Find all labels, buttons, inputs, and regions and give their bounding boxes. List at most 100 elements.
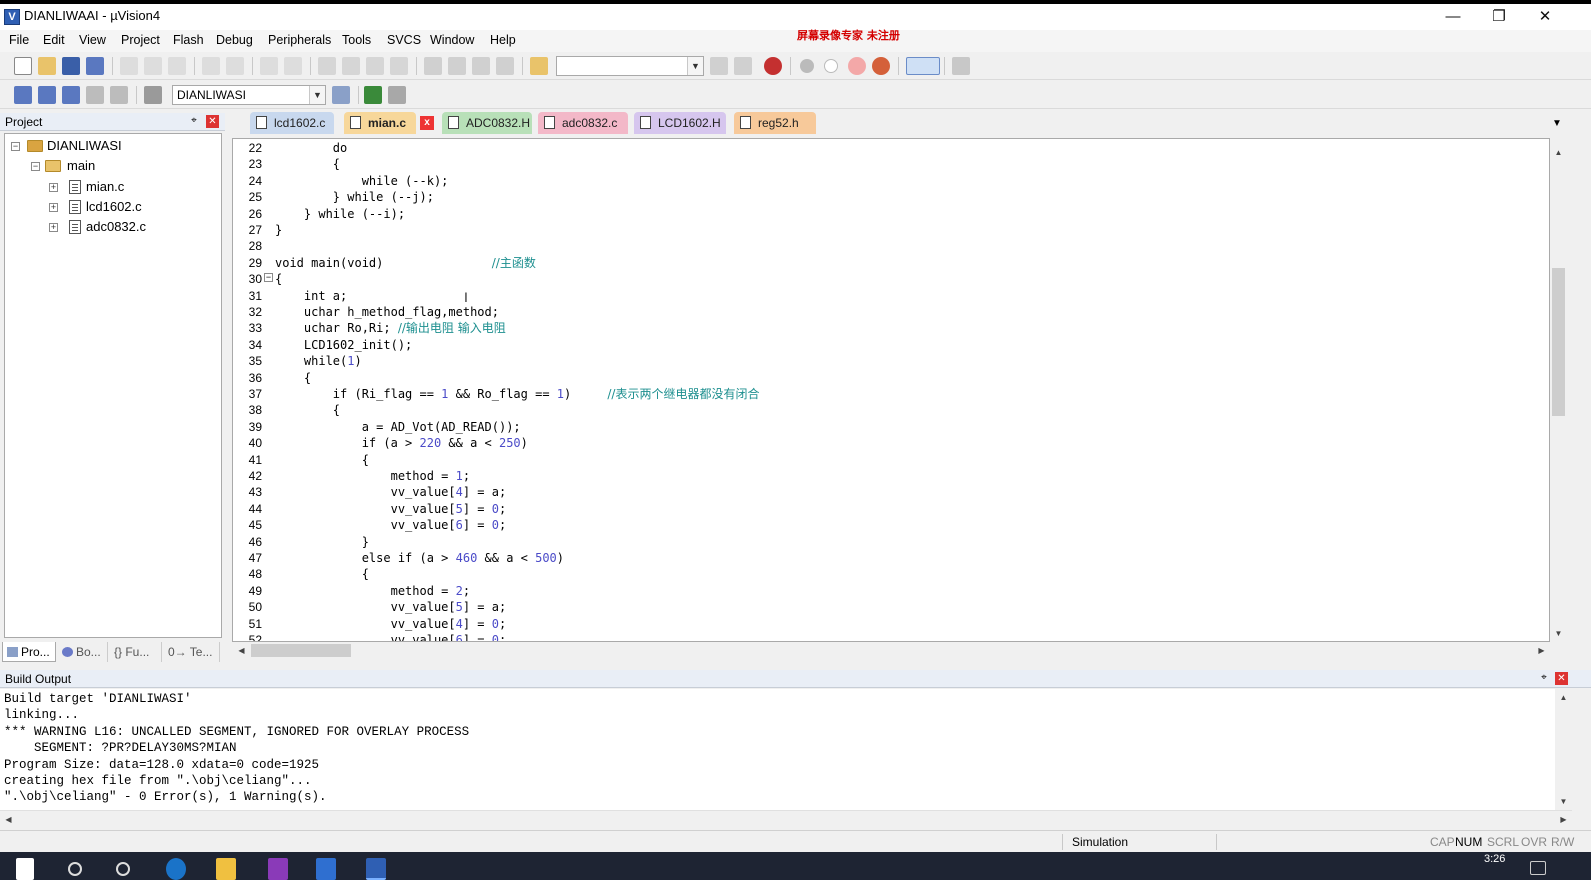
editor-tab[interactable]: ADC0832.H — [442, 112, 532, 134]
close-panel-icon[interactable]: ✕ — [1555, 672, 1568, 685]
windows-start-icon[interactable] — [16, 858, 34, 880]
edge-browser-icon[interactable] — [166, 858, 186, 880]
editor-tab[interactable]: reg52.h — [734, 112, 816, 134]
menu-debug[interactable]: Debug — [216, 33, 253, 47]
select-packs-icon[interactable] — [388, 86, 406, 104]
editor-tab-active[interactable]: mian.c x — [344, 112, 434, 134]
navigate-forward-icon[interactable] — [284, 57, 302, 75]
scroll-thumb[interactable] — [251, 644, 351, 657]
code-line[interactable]: 23 { — [233, 156, 1533, 172]
code-line[interactable]: 50 vv_value[5] = a; — [233, 599, 1533, 615]
build-output-horizontal-scrollbar[interactable]: ◀ ▶ — [0, 810, 1572, 827]
tab-project[interactable]: Pro... — [2, 642, 56, 662]
uncomment-icon[interactable] — [496, 57, 514, 75]
scroll-thumb[interactable] — [1552, 268, 1565, 416]
code-line[interactable]: 29 void main(void) //主函数 — [233, 255, 1533, 271]
scroll-up-icon[interactable]: ▲ — [1555, 689, 1572, 706]
code-line[interactable]: 49 method = 2; — [233, 583, 1533, 599]
undo-icon[interactable] — [202, 57, 220, 75]
code-editor[interactable]: 22 do 23 {24 while (--k); 25 } while (--j)… — [232, 138, 1550, 642]
chevron-down-icon[interactable]: ▼ — [309, 86, 325, 104]
pin-icon[interactable]: ⌖ — [188, 115, 200, 127]
uvision-taskbar-icon[interactable] — [366, 858, 386, 880]
menu-peripherals[interactable]: Peripherals — [268, 33, 331, 47]
debug-session-icon[interactable] — [764, 57, 782, 75]
save-all-icon[interactable] — [86, 57, 104, 75]
close-tab-icon[interactable]: x — [420, 116, 434, 130]
editor-tab[interactable]: LCD1602.H — [634, 112, 726, 134]
navigate-back-icon[interactable] — [260, 57, 278, 75]
code-line[interactable]: 43 vv_value[4] = a; — [233, 484, 1533, 500]
window-layout-icon[interactable] — [906, 57, 940, 75]
pin-icon[interactable]: ⌖ — [1538, 672, 1550, 684]
rebuild-icon[interactable] — [62, 86, 80, 104]
menu-file[interactable]: File — [9, 33, 29, 47]
editor-vertical-scrollbar[interactable]: ▲ ▼ — [1550, 140, 1567, 642]
onenote-icon[interactable] — [268, 858, 288, 880]
code-line[interactable]: 28 — [233, 238, 1533, 254]
new-file-icon[interactable] — [14, 57, 32, 75]
unindent-icon[interactable] — [448, 57, 466, 75]
notification-icon[interactable] — [1530, 861, 1546, 875]
code-line[interactable]: 41 { — [233, 452, 1533, 468]
code-line[interactable]: 26 } while (--i); — [233, 206, 1533, 222]
tab-functions[interactable]: {} Fu... — [110, 642, 162, 662]
expand-icon[interactable]: + — [49, 183, 58, 192]
configure-icon[interactable] — [952, 57, 970, 75]
redo-icon[interactable] — [226, 57, 244, 75]
expand-icon[interactable]: + — [49, 223, 58, 232]
translate-icon[interactable] — [14, 86, 32, 104]
scroll-left-icon[interactable]: ◀ — [233, 642, 250, 659]
build-icon[interactable] — [38, 86, 56, 104]
tab-templates[interactable]: 0→ Te... — [164, 642, 220, 662]
code-line[interactable]: 25 } while (--j); — [233, 189, 1533, 205]
search-icon[interactable] — [68, 862, 82, 876]
code-line[interactable]: 51 vv_value[4] = 0; — [233, 616, 1533, 632]
expand-icon[interactable]: + — [49, 203, 58, 212]
minimize-button[interactable]: — — [1430, 4, 1476, 30]
target-select[interactable]: DIANLIWASI ▼ — [172, 85, 326, 105]
code-line[interactable]: 35 while(1) — [233, 353, 1533, 369]
close-window-button[interactable]: ✕ — [1522, 4, 1568, 30]
find-in-files-icon[interactable] — [530, 57, 548, 75]
code-line[interactable]: 32 uchar h_method_flag,method; — [233, 304, 1533, 320]
scroll-down-icon[interactable]: ▼ — [1555, 793, 1572, 810]
menu-project[interactable]: Project — [121, 33, 160, 47]
build-output-vertical-scrollbar[interactable]: ▲ ▼ — [1555, 689, 1572, 810]
collapse-icon[interactable]: − — [11, 142, 20, 151]
menu-svcs[interactable]: SVCS — [387, 33, 421, 47]
code-line[interactable]: 45 vv_value[6] = 0; — [233, 517, 1533, 533]
chevron-down-icon[interactable]: ▼ — [687, 57, 703, 75]
code-line[interactable]: 39 a = AD_Vot(AD_READ()); — [233, 419, 1533, 435]
find-combo[interactable]: ▼ — [556, 56, 704, 76]
kill-all-breakpoints-icon[interactable] — [872, 57, 890, 75]
tab-list-dropdown-icon[interactable]: ▼ — [1552, 118, 1562, 129]
code-line[interactable]: 27} — [233, 222, 1533, 238]
copy-icon[interactable] — [144, 57, 162, 75]
close-panel-icon[interactable]: ✕ — [206, 115, 219, 128]
paste-icon[interactable] — [168, 57, 186, 75]
menu-flash[interactable]: Flash — [173, 33, 204, 47]
code-line[interactable]: 22 do — [233, 140, 1533, 156]
cortana-icon[interactable] — [116, 862, 130, 876]
manage-components-icon[interactable] — [364, 86, 382, 104]
menu-tools[interactable]: Tools — [342, 33, 371, 47]
code-line[interactable]: 34 LCD1602_init(); — [233, 337, 1533, 353]
scroll-right-icon[interactable]: ▶ — [1533, 642, 1550, 659]
scroll-right-icon[interactable]: ▶ — [1555, 811, 1572, 828]
clear-bookmarks-icon[interactable] — [390, 57, 408, 75]
editor-tab[interactable]: lcd1602.c — [250, 112, 334, 134]
stop-build-icon[interactable] — [110, 86, 128, 104]
code-line[interactable]: 47 else if (a > 460 && a < 500) — [233, 550, 1533, 566]
incremental-find-icon[interactable] — [734, 57, 752, 75]
code-line[interactable]: 31 int a; — [233, 288, 1533, 304]
editor-horizontal-scrollbar[interactable]: ◀ ▶ — [233, 642, 1551, 659]
cut-icon[interactable] — [120, 57, 138, 75]
code-line[interactable]: 52 vv_value[6] = 0; — [233, 632, 1533, 641]
fold-toggle-icon[interactable]: − — [264, 273, 273, 282]
menu-view[interactable]: View — [79, 33, 106, 47]
prev-bookmark-icon[interactable] — [342, 57, 360, 75]
code-line[interactable]: 30 { — [233, 271, 1533, 287]
file-explorer-icon[interactable] — [216, 858, 236, 880]
restore-button[interactable]: ❐ — [1476, 4, 1522, 30]
